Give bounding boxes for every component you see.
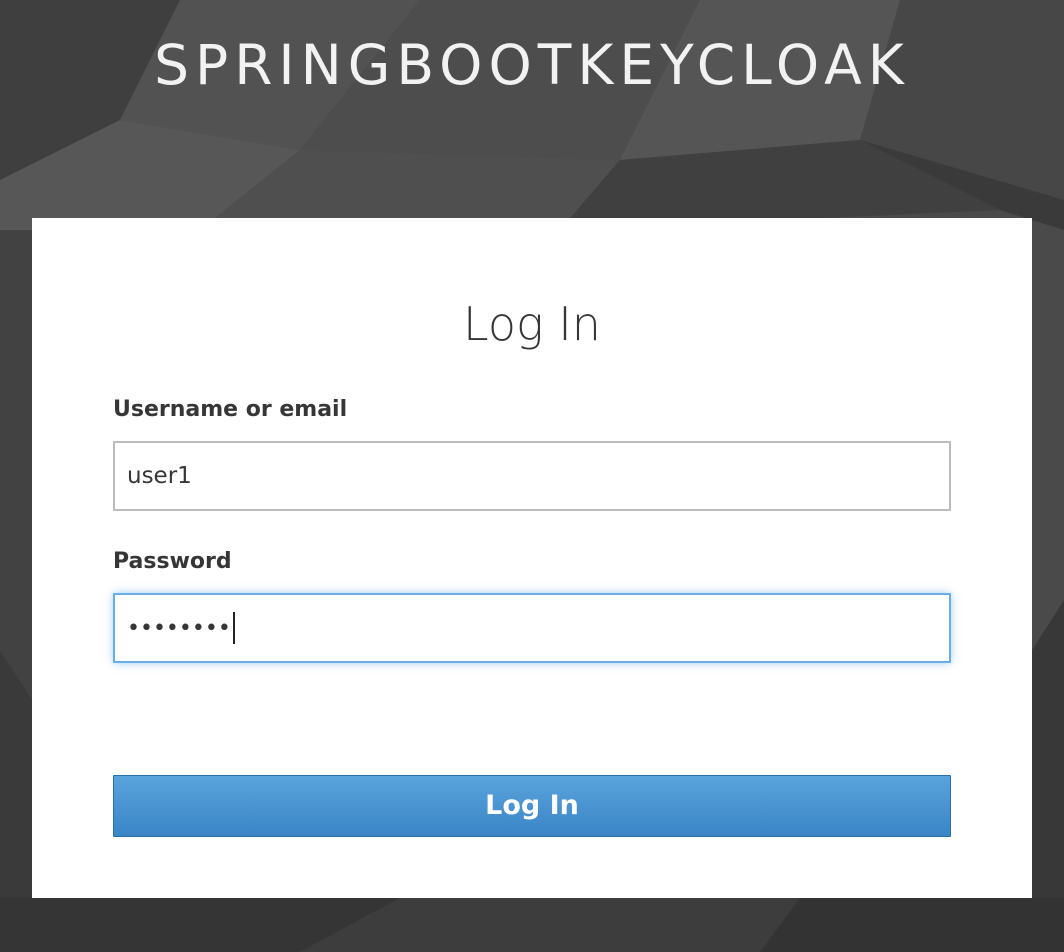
username-label: Username or email [113,397,348,422]
username-value: user1 [127,463,192,489]
password-input[interactable]: •••••••• [113,593,951,663]
password-label: Password [113,549,232,574]
realm-title: SPRINGBOOTKEYCLOAK [154,33,910,97]
text-caret [232,612,235,644]
login-button[interactable]: Log In [113,775,951,837]
password-value: •••••••• [127,615,231,641]
username-input[interactable]: user1 [113,441,951,511]
page-title: Log In [463,297,601,351]
